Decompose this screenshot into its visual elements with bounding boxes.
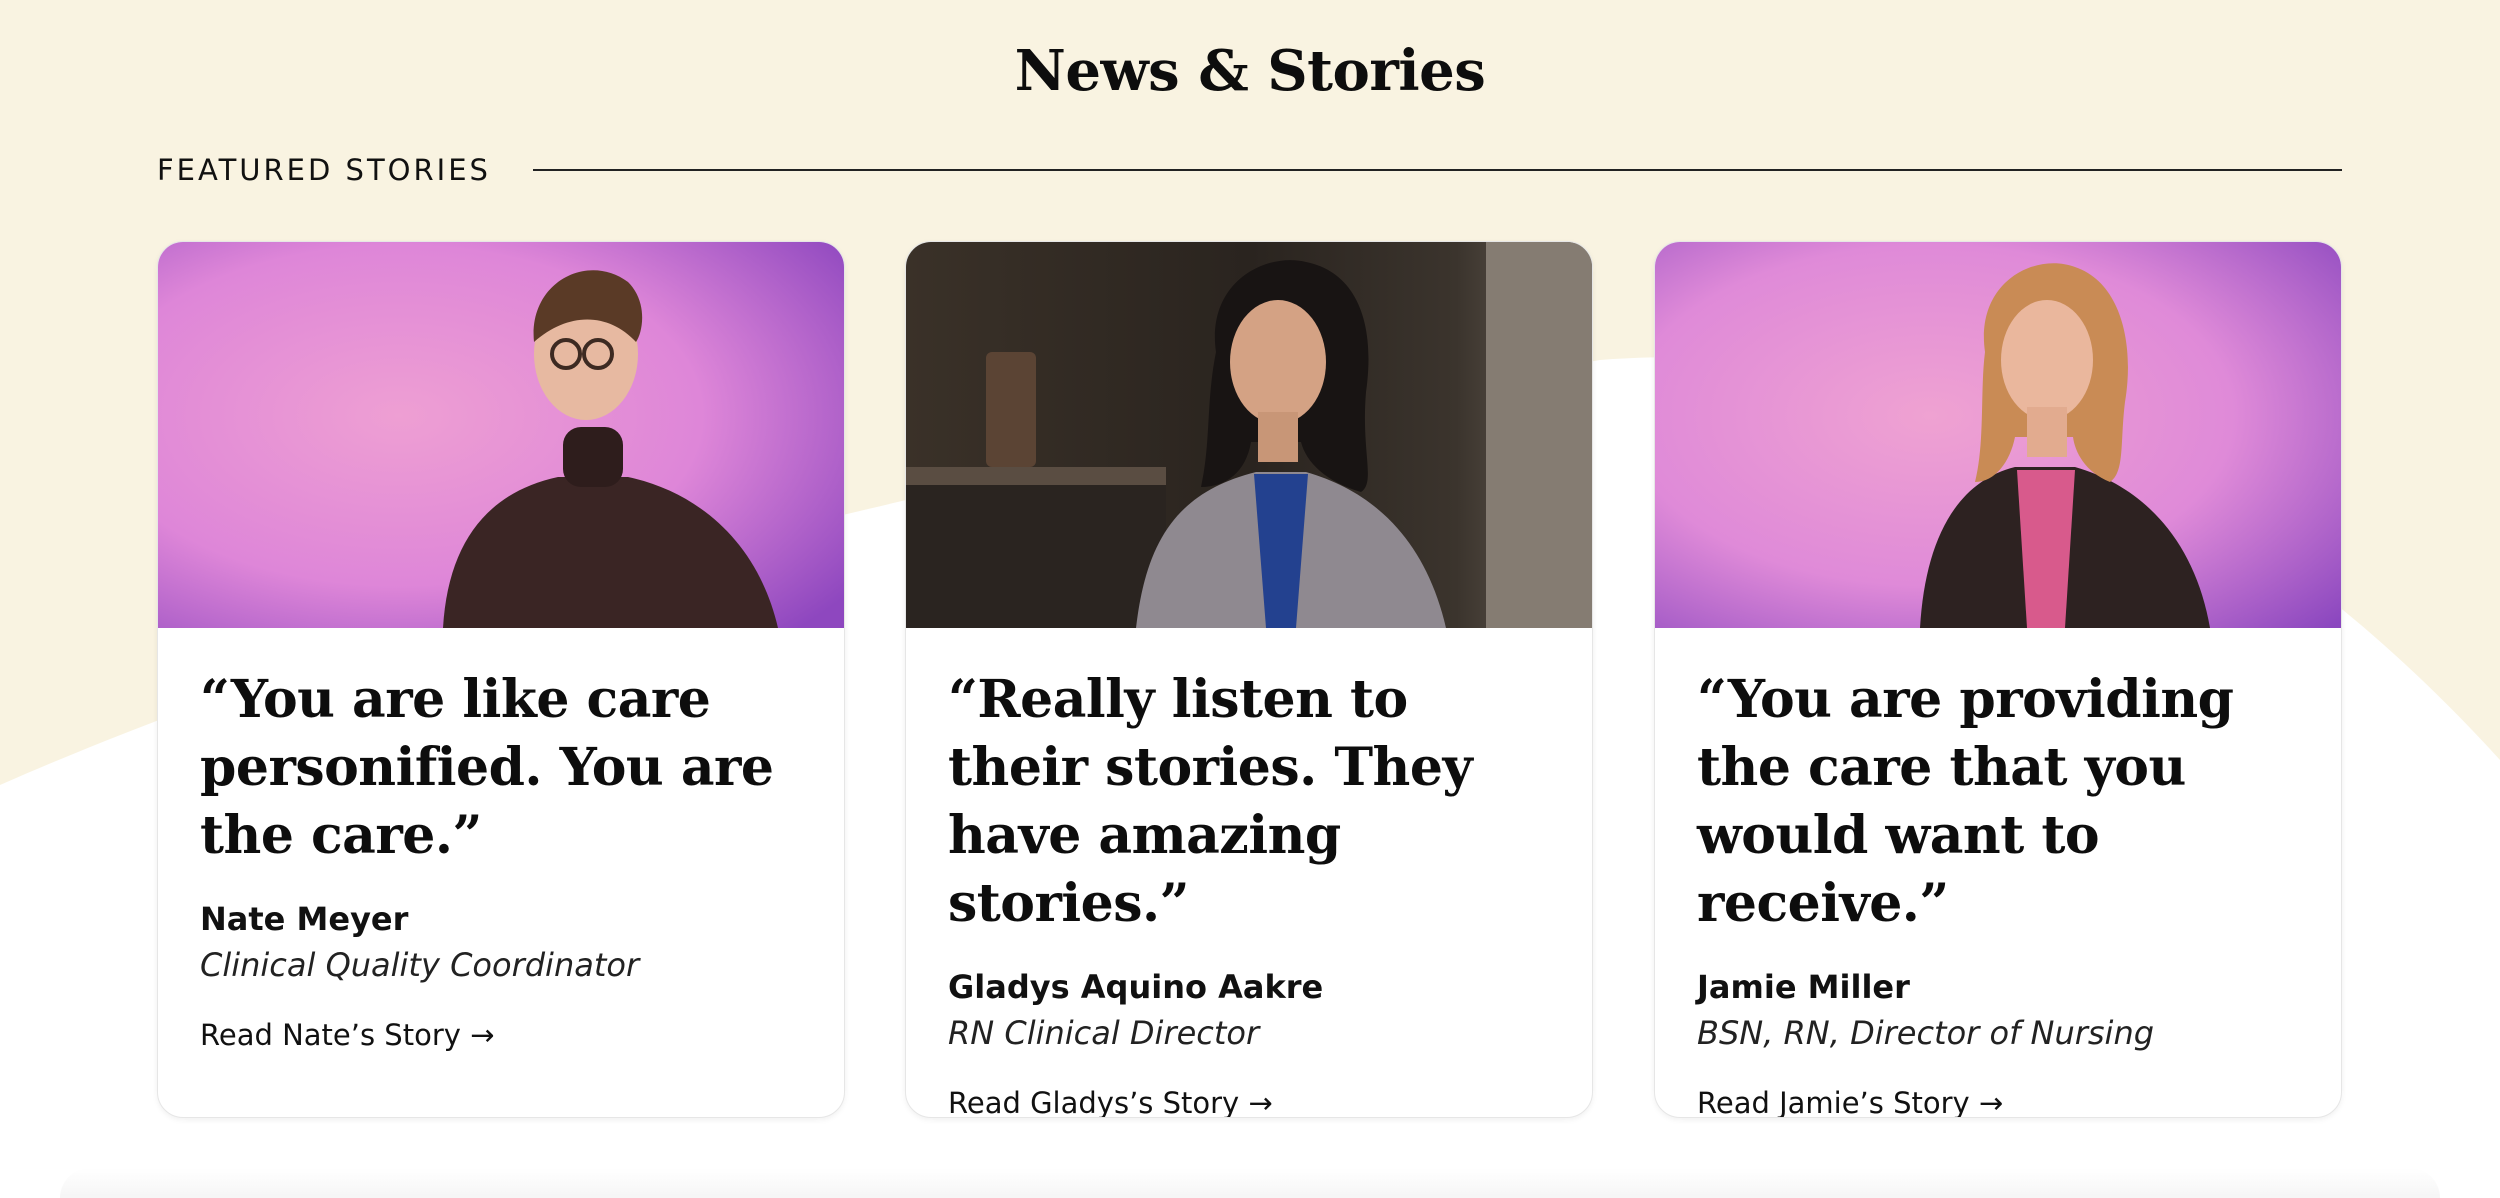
story-card-gladys[interactable]: “Really listen to their stories. They ha…: [905, 241, 1593, 1118]
person-name: Gladys Aquino Aakre: [948, 968, 1324, 1006]
section-header: FEATURED STORIES: [157, 150, 2342, 190]
person-name: Jamie Miller: [1697, 968, 1910, 1006]
story-quote: “Really listen to their stories. They ha…: [948, 669, 1473, 934]
story-quote: “You are like care personified. You are …: [200, 669, 774, 866]
person-role: RN Clinical Director: [948, 1014, 1260, 1052]
person-role: BSN, RN, Director of Nursing: [1697, 1014, 2155, 1052]
story-card-nate[interactable]: “You are like care personified. You are …: [157, 241, 845, 1118]
read-story-link[interactable]: Read Gladys’s Story →: [948, 1086, 1273, 1117]
read-story-link[interactable]: Read Jamie’s Story →: [1697, 1086, 2003, 1117]
portrait-nate-image: [158, 242, 844, 628]
read-story-link[interactable]: Read Nate’s Story →: [200, 1018, 494, 1052]
page-title: News & Stories: [1014, 38, 1486, 104]
story-card-jamie[interactable]: “You are providing the care that you wou…: [1654, 241, 2342, 1118]
next-section-edge: [60, 1168, 2440, 1198]
section-divider: [532, 169, 2342, 171]
section-label: FEATURED STORIES: [157, 153, 491, 187]
portrait-jamie-image: [1655, 242, 2341, 628]
story-quote: “You are providing the care that you wou…: [1697, 669, 2234, 934]
person-name: Nate Meyer: [200, 900, 409, 938]
portrait-gladys-image: [906, 242, 1592, 628]
person-role: Clinical Quality Coordinator: [200, 946, 640, 984]
